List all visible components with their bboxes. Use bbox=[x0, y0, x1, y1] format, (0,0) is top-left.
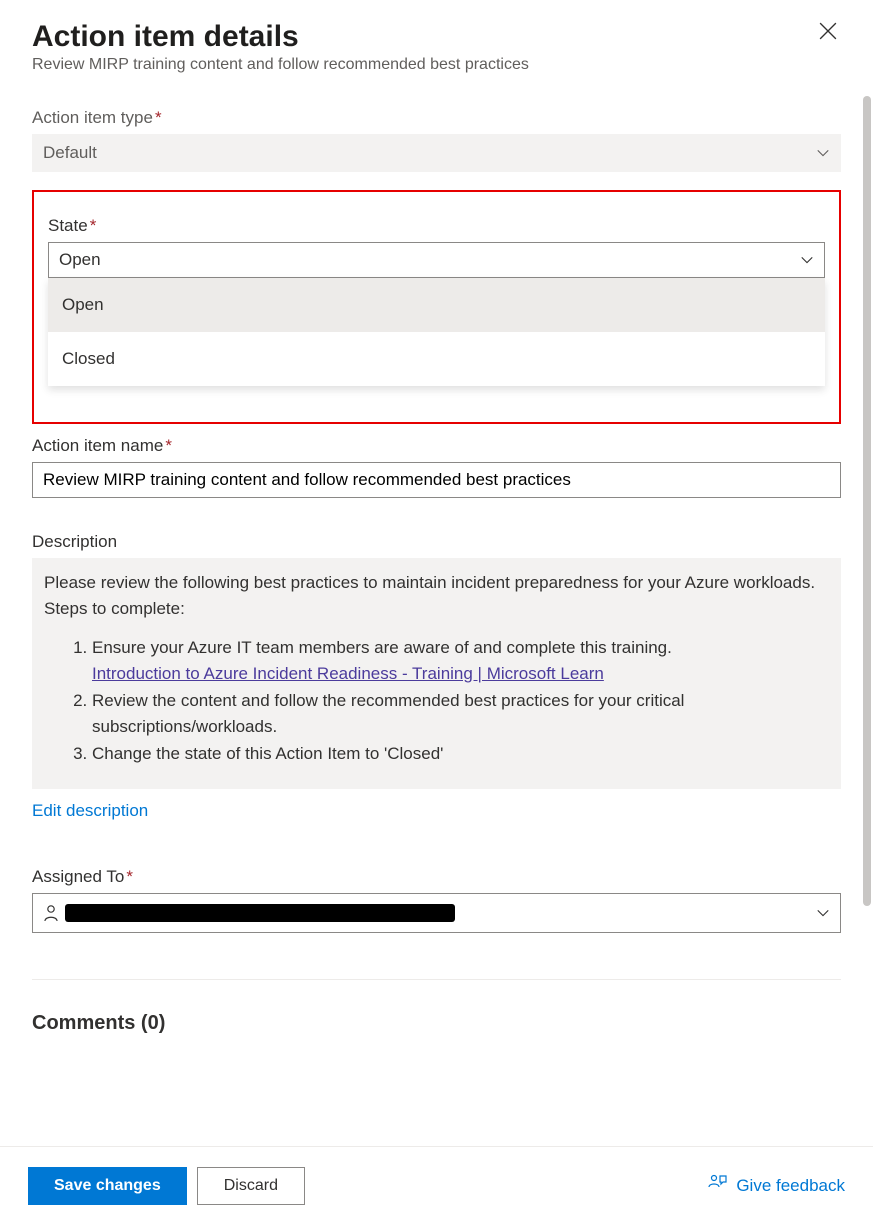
type-label: Action item type* bbox=[32, 108, 841, 128]
description-intro: Please review the following best practic… bbox=[44, 570, 829, 621]
feedback-link[interactable]: Give feedback bbox=[708, 1174, 845, 1197]
state-option-closed[interactable]: Closed bbox=[48, 332, 825, 386]
section-divider bbox=[32, 979, 841, 980]
scrollbar-thumb[interactable] bbox=[863, 96, 871, 906]
name-input[interactable] bbox=[32, 462, 841, 498]
description-label: Description bbox=[32, 532, 841, 552]
required-indicator: * bbox=[165, 436, 172, 455]
description-step-3: Change the state of this Action Item to … bbox=[92, 741, 829, 767]
type-value: Default bbox=[43, 143, 97, 163]
state-dropdown: Open Closed bbox=[48, 278, 825, 386]
assigned-value-redacted bbox=[65, 904, 455, 922]
description-steps: Ensure your Azure IT team members are aw… bbox=[92, 635, 829, 767]
description-step-1: Ensure your Azure IT team members are aw… bbox=[92, 635, 829, 686]
edit-description-link[interactable]: Edit description bbox=[32, 801, 148, 821]
save-button[interactable]: Save changes bbox=[28, 1167, 187, 1205]
required-indicator: * bbox=[126, 867, 133, 886]
required-indicator: * bbox=[155, 108, 162, 127]
type-select[interactable]: Default bbox=[32, 134, 841, 172]
state-highlight: State* Open Open Closed bbox=[32, 190, 841, 424]
description-box: Please review the following best practic… bbox=[32, 558, 841, 789]
assigned-label: Assigned To* bbox=[32, 867, 841, 887]
page-subtitle: Review MIRP training content and follow … bbox=[32, 56, 529, 74]
close-button[interactable] bbox=[815, 20, 841, 46]
state-value: Open bbox=[59, 250, 101, 270]
feedback-icon bbox=[708, 1174, 728, 1197]
person-icon bbox=[43, 904, 59, 922]
state-label: State* bbox=[48, 216, 825, 236]
state-select[interactable]: Open bbox=[48, 242, 825, 278]
state-option-open[interactable]: Open bbox=[48, 278, 825, 332]
chevron-down-icon bbox=[816, 146, 830, 160]
chevron-down-icon bbox=[816, 906, 830, 920]
required-indicator: * bbox=[90, 216, 97, 235]
comments-heading: Comments (0) bbox=[32, 1012, 841, 1035]
chevron-down-icon bbox=[800, 253, 814, 267]
close-icon bbox=[819, 20, 837, 45]
page-title: Action item details bbox=[32, 20, 529, 54]
footer-bar: Save changes Discard Give feedback bbox=[0, 1146, 873, 1224]
discard-button[interactable]: Discard bbox=[197, 1167, 305, 1205]
training-link[interactable]: Introduction to Azure Incident Readiness… bbox=[92, 664, 604, 683]
assigned-select[interactable] bbox=[32, 893, 841, 933]
description-step-2: Review the content and follow the recomm… bbox=[92, 688, 829, 739]
name-label: Action item name* bbox=[32, 436, 841, 456]
